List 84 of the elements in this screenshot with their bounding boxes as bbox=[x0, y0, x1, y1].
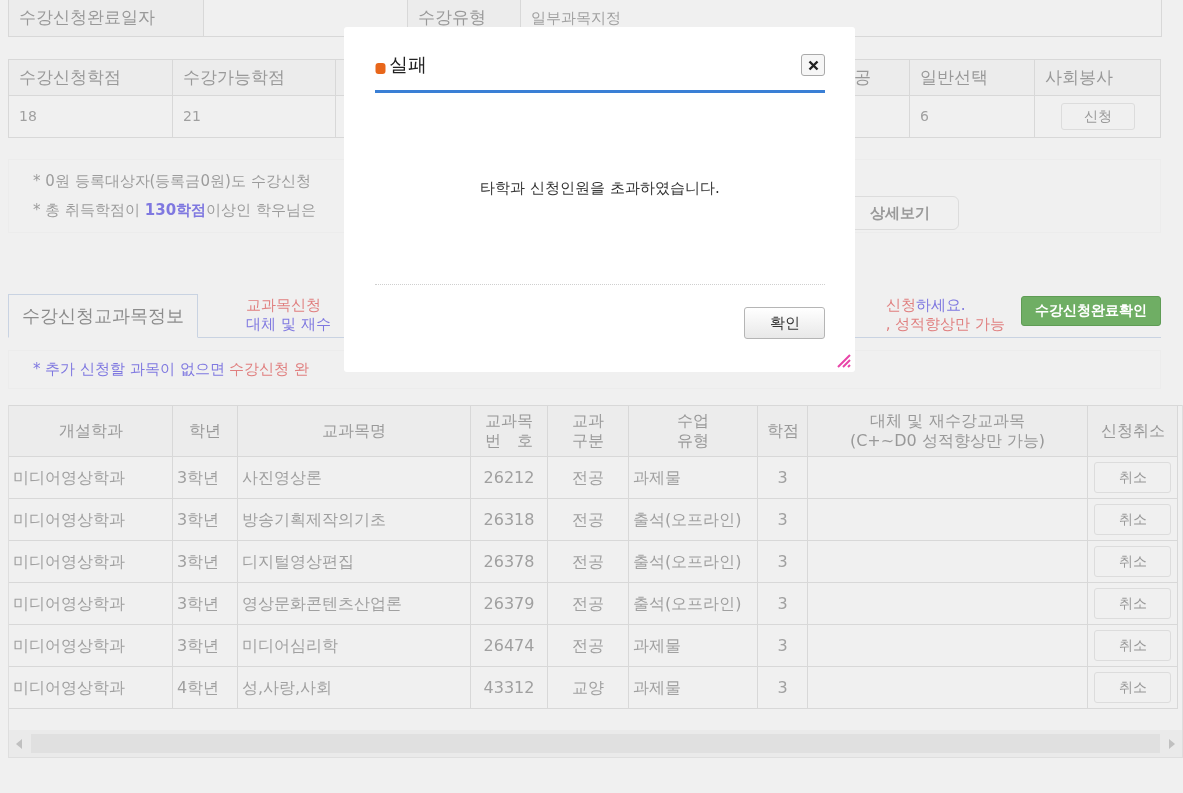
table-cell: 26318 bbox=[471, 499, 548, 541]
column-header: 교과목 번 호 bbox=[471, 406, 548, 457]
table-cell: 미디어영상학과 bbox=[9, 457, 173, 499]
guide-text: 교과목신청 bbox=[246, 296, 321, 315]
apply-button[interactable]: 신청 bbox=[1060, 102, 1135, 131]
notice-text: * 총 취득학점이 130학점이상인 학우님은 bbox=[33, 201, 316, 220]
table-cell: 26378 bbox=[471, 541, 548, 583]
table-cell: 26212 bbox=[471, 457, 548, 499]
cancel-button[interactable]: 취소 bbox=[1094, 587, 1171, 620]
table-cell: 3 bbox=[758, 541, 808, 583]
column-header: 교과 구분 bbox=[548, 406, 629, 457]
course-tab[interactable]: 수강신청교과목정보 bbox=[8, 294, 198, 338]
table-cell: 3 bbox=[758, 499, 808, 541]
cancel-button[interactable]: 취소 bbox=[1094, 503, 1171, 536]
column-header: 대체 및 재수강교과목 (C+~D0 성적향상만 가능) bbox=[808, 406, 1088, 457]
column-header: 교과목명 bbox=[238, 406, 471, 457]
table-cell: 6 bbox=[910, 96, 1035, 138]
guide-text: 대체 및 재수 bbox=[246, 315, 331, 334]
complete-confirm-button[interactable]: 수강신청완료확인 bbox=[1021, 295, 1161, 326]
cancel-button[interactable]: 취소 bbox=[1094, 671, 1171, 704]
table-cell: 3학년 bbox=[173, 583, 238, 625]
dialog-message: 타학과 신청인원을 초과하였습니다. bbox=[480, 179, 720, 198]
table-cell: 3학년 bbox=[173, 499, 238, 541]
guide-text: 신청하세요. bbox=[885, 296, 966, 315]
dialog-title: 실패 bbox=[389, 52, 427, 77]
table-cell: 3학년 bbox=[173, 457, 238, 499]
close-icon bbox=[807, 59, 819, 71]
table-cell: 방송기획제작의기초 bbox=[238, 499, 471, 541]
table-cell: 과제물 bbox=[629, 625, 758, 667]
close-button[interactable] bbox=[801, 54, 825, 76]
table-cell: 출석(오프라인) bbox=[629, 499, 758, 541]
ok-button[interactable]: 확인 bbox=[744, 307, 825, 339]
table-cell: 미디어영상학과 bbox=[9, 625, 173, 667]
table-cell: 전공 bbox=[548, 499, 629, 541]
table-cell: 영상문화콘텐츠산업론 bbox=[238, 583, 471, 625]
hint-text: * 추가 신청할 과목이 없으면 수강신청 완 bbox=[33, 360, 310, 379]
table-cell: 3학년 bbox=[173, 541, 238, 583]
table-cell: 26379 bbox=[471, 583, 548, 625]
column-header: 학점 bbox=[758, 406, 808, 457]
table-cell: 미디어영상학과 bbox=[9, 667, 173, 709]
cancel-button[interactable]: 취소 bbox=[1094, 629, 1171, 662]
table-cell: 3 bbox=[758, 583, 808, 625]
table-cell: 전공 bbox=[548, 457, 629, 499]
table-cell: 4학년 bbox=[173, 667, 238, 709]
table-header: 수강신청학점 bbox=[9, 60, 173, 96]
table-header: 수강가능학점 bbox=[173, 60, 336, 96]
table-cell: 미디어영상학과 bbox=[9, 541, 173, 583]
resize-grip-icon[interactable] bbox=[835, 352, 851, 368]
table-header: 사회봉사 bbox=[1035, 60, 1161, 96]
cancel-button[interactable]: 취소 bbox=[1094, 461, 1171, 494]
table-cell: 21 bbox=[173, 96, 336, 138]
table-cell: 18 bbox=[9, 96, 173, 138]
table-cell: 26474 bbox=[471, 625, 548, 667]
scroll-right-icon[interactable] bbox=[1168, 738, 1176, 749]
table-cell: 미디어영상학과 bbox=[9, 499, 173, 541]
table-cell: 미디어영상학과 bbox=[9, 583, 173, 625]
table-cell: 미디어심리학 bbox=[238, 625, 471, 667]
guide-text: , 성적향상만 가능 bbox=[885, 315, 1005, 334]
table-cell: 출석(오프라인) bbox=[629, 541, 758, 583]
table-cell: 전공 bbox=[548, 583, 629, 625]
table-cell: 43312 bbox=[471, 667, 548, 709]
cancel-button[interactable]: 취소 bbox=[1094, 545, 1171, 578]
column-header: 수업 유형 bbox=[629, 406, 758, 457]
notice-text: * 0원 등록대상자(등록금0원)도 수강신청 bbox=[33, 172, 311, 191]
table-cell: 디지털영상편집 bbox=[238, 541, 471, 583]
bullet-icon bbox=[375, 62, 386, 75]
column-header: 학년 bbox=[173, 406, 238, 457]
table-cell: 과제물 bbox=[629, 457, 758, 499]
table-cell: 전공 bbox=[548, 541, 629, 583]
table-cell: 과제물 bbox=[629, 667, 758, 709]
table-header: 수강신청완료일자 bbox=[9, 0, 204, 37]
table-cell: 전공 bbox=[548, 625, 629, 667]
table-cell: 3 bbox=[758, 667, 808, 709]
table-cell: 3학년 bbox=[173, 625, 238, 667]
table-cell: 성,사랑,사회 bbox=[238, 667, 471, 709]
column-header: 개설학과 bbox=[9, 406, 173, 457]
table-cell: 3 bbox=[758, 457, 808, 499]
scroll-left-icon[interactable] bbox=[15, 738, 23, 749]
table-cell: 3 bbox=[758, 625, 808, 667]
table-cell: 출석(오프라인) bbox=[629, 583, 758, 625]
table-cell: 사진영상론 bbox=[238, 457, 471, 499]
column-header: 신청취소 bbox=[1088, 406, 1178, 457]
table-header: 일반선택 bbox=[910, 60, 1035, 96]
table-cell: 교양 bbox=[548, 667, 629, 709]
